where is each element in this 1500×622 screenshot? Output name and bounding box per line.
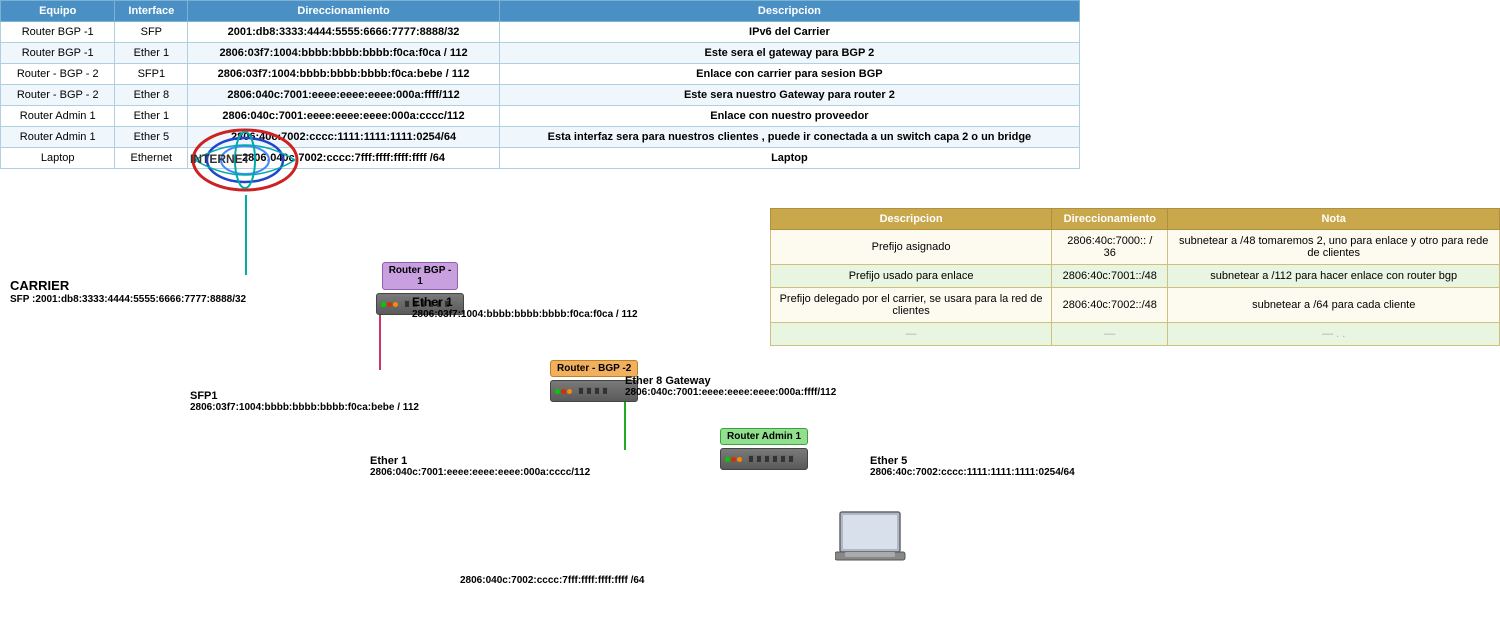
port1 <box>748 455 754 463</box>
second-row-0-direccionamiento: 2806:40c:7000:: / 36 <box>1052 230 1168 265</box>
col2-descripcion: Descripcion <box>771 209 1052 230</box>
router-admin1: Router Admin 1 <box>720 428 808 470</box>
laptop-icon <box>835 510 915 573</box>
port5 <box>780 455 786 463</box>
port2 <box>756 455 762 463</box>
second-row-1-descripcion: Prefijo usado para enlace <box>771 265 1052 288</box>
port4 <box>772 455 778 463</box>
second-row-2-direccionamiento: 2806:40c:7002::/48 <box>1052 288 1168 323</box>
second-row-3-descripcion: — <box>771 323 1052 346</box>
carrier-label: CARRIER <box>10 278 69 293</box>
sfp1-bgp2-label: SFP1 2806:03f7:1004:bbbb:bbbb:bbbb:f0ca:… <box>190 390 419 413</box>
port6 <box>788 455 794 463</box>
led3 <box>393 302 398 307</box>
ether8-label: Ether 8 Gateway 2806:040c:7001:eeee:eeee… <box>625 375 836 398</box>
second-row-0-descripcion: Prefijo asignado <box>771 230 1052 265</box>
laptop-svg <box>835 510 915 570</box>
second-row-2-descripcion: Prefijo delegado por el carrier, se usar… <box>771 288 1052 323</box>
second-row-2-nota: subnetear a /64 para cada cliente <box>1168 288 1500 323</box>
second-row-1-direccionamiento: 2806:40c:7001::/48 <box>1052 265 1168 288</box>
router-admin1-leds <box>725 457 742 462</box>
router-bgp2-ports <box>578 387 608 395</box>
carrier-sfp: SFP :2001:db8:3333:4444:5555:6666:7777:8… <box>10 294 246 305</box>
router-admin1-body <box>720 448 808 470</box>
second-table-section: Descripcion Direccionamiento Nota Prefij… <box>770 208 1500 346</box>
led2 <box>387 302 392 307</box>
second-row-1-nota: subnetear a /112 para hacer enlace con r… <box>1168 265 1500 288</box>
router-admin1-ports <box>748 455 794 463</box>
internet-label: INTERNET <box>190 152 250 166</box>
second-row-3-direccionamiento: — <box>1052 323 1168 346</box>
col2-nota: Nota <box>1168 209 1500 230</box>
laptop-addr-label: 2806:040c:7002:cccc:7fff:ffff:ffff:ffff … <box>460 575 645 586</box>
led1 <box>381 302 386 307</box>
led2 <box>731 457 736 462</box>
led1 <box>725 457 730 462</box>
port2 <box>586 387 592 395</box>
led3 <box>567 389 572 394</box>
second-row-3-nota: — . . <box>1168 323 1500 346</box>
port1 <box>578 387 584 395</box>
router-admin1-label: Router Admin 1 <box>720 428 808 445</box>
led3 <box>737 457 742 462</box>
ether1-bgp1-label: Ether 1 2806:03f7:1004:bbbb:bbbb:bbbb:f0… <box>412 295 638 320</box>
router-bgp1-label: Router BGP -1 <box>382 262 459 290</box>
col2-direccionamiento: Direccionamiento <box>1052 209 1168 230</box>
ether5-admin-label: Ether 5 2806:40c:7002:cccc:1111:1111:111… <box>870 455 1075 478</box>
port1 <box>404 300 410 308</box>
second-row-0-nota: subnetear a /48 tomaremos 2, uno para en… <box>1168 230 1500 265</box>
router-bgp1-leds <box>381 302 398 307</box>
port3 <box>594 387 600 395</box>
router-bgp2-leds <box>555 389 572 394</box>
led1 <box>555 389 560 394</box>
diagram: INTERNET CARRIER SFP :2001:db8:3333:4444… <box>0 0 770 622</box>
port3 <box>764 455 770 463</box>
ether1-admin-label: Ether 1 2806:040c:7001:eeee:eeee:eeee:00… <box>370 455 590 478</box>
led2 <box>561 389 566 394</box>
second-table: Descripcion Direccionamiento Nota Prefij… <box>770 208 1500 346</box>
port4 <box>602 387 608 395</box>
